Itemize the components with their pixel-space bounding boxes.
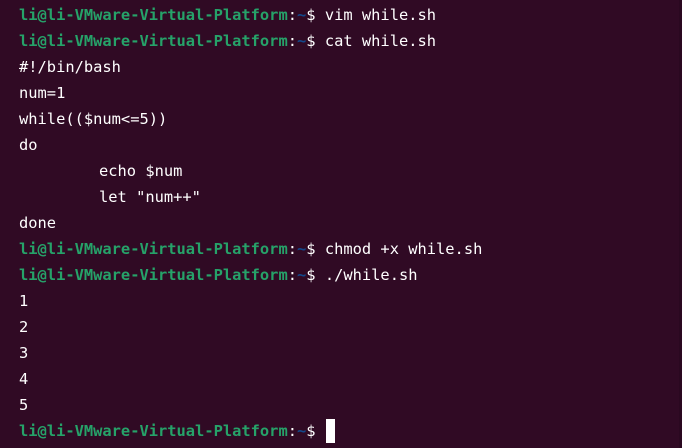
prompt-line: li@li-VMware-Virtual-Platform:~$ cat whi… xyxy=(19,28,682,54)
prompt-line: li@li-VMware-Virtual-Platform:~$ vim whi… xyxy=(19,2,682,28)
prompt-path: ~ xyxy=(297,240,307,258)
prompt-symbol: $ xyxy=(306,32,316,50)
file-line: done xyxy=(19,214,57,232)
file-line: do xyxy=(19,136,38,154)
file-line: #!/bin/bash xyxy=(19,58,121,76)
prompt-symbol: $ xyxy=(306,422,316,440)
output-line: 1 xyxy=(19,292,29,310)
output-line: 2 xyxy=(19,318,29,336)
file-line: echo $num xyxy=(99,162,183,180)
prompt-separator: : xyxy=(287,240,297,258)
prompt-user-host: li@li-VMware-Virtual-Platform xyxy=(19,240,288,258)
file-line: let "num++" xyxy=(99,188,201,206)
terminal-window[interactable]: li@li-VMware-Virtual-Platform:~$ vim whi… xyxy=(0,0,682,448)
output-line: 5 xyxy=(19,396,29,414)
prompt-separator: : xyxy=(287,32,297,50)
prompt-user-host: li@li-VMware-Virtual-Platform xyxy=(19,266,288,284)
output-line: 3 xyxy=(19,344,29,362)
prompt-path: ~ xyxy=(297,422,307,440)
text-cursor[interactable] xyxy=(325,418,335,443)
prompt-separator: : xyxy=(287,6,297,24)
active-prompt-line[interactable]: li@li-VMware-Virtual-Platform:~$ xyxy=(19,418,682,444)
prompt-line: li@li-VMware-Virtual-Platform:~$ ./while… xyxy=(19,262,682,288)
file-line: num=1 xyxy=(19,84,66,102)
prompt-symbol: $ xyxy=(306,266,316,284)
prompt-path: ~ xyxy=(297,6,307,24)
prompt-path: ~ xyxy=(297,266,307,284)
command-text: vim while.sh xyxy=(315,6,437,24)
prompt-line: li@li-VMware-Virtual-Platform:~$ chmod +… xyxy=(19,236,682,262)
prompt-symbol: $ xyxy=(306,240,316,258)
file-line: while(($num<=5)) xyxy=(19,110,168,128)
prompt-symbol: $ xyxy=(306,6,316,24)
prompt-user-host: li@li-VMware-Virtual-Platform xyxy=(19,6,288,24)
prompt-path: ~ xyxy=(297,32,307,50)
output-line: 4 xyxy=(19,370,29,388)
prompt-separator: : xyxy=(287,422,297,440)
prompt-user-host: li@li-VMware-Virtual-Platform xyxy=(19,32,288,50)
command-text: ./while.sh xyxy=(315,266,418,284)
command-text: chmod +x while.sh xyxy=(315,240,483,258)
prompt-separator: : xyxy=(287,266,297,284)
prompt-user-host: li@li-VMware-Virtual-Platform xyxy=(19,422,288,440)
command-text: cat while.sh xyxy=(315,32,437,50)
